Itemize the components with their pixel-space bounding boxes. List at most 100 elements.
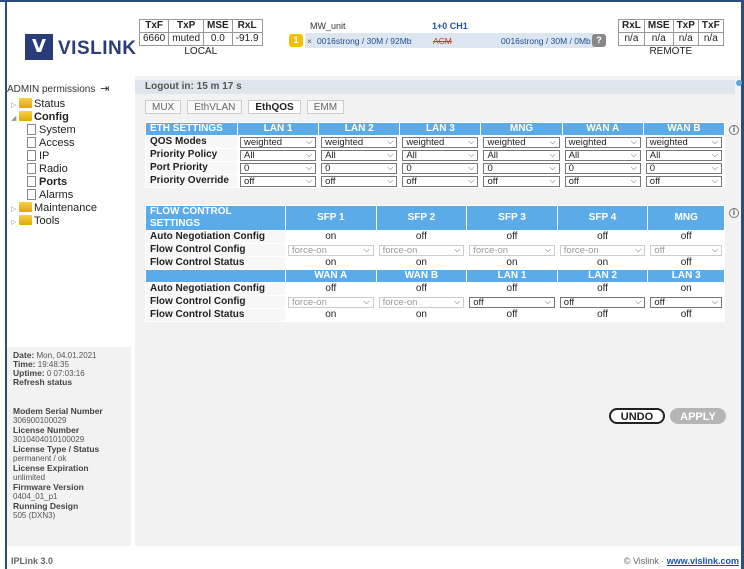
eth-setting-select[interactable]: All ⌵ (564, 149, 641, 161)
flow-control-config-value: force-on (292, 296, 327, 308)
eth-setting-select[interactable]: off ⌵ (564, 175, 641, 187)
chevron-down-icon: ⌵ (454, 244, 461, 254)
eth-setting-value: 0 (487, 162, 493, 174)
remote-header-rxl: RxL (618, 19, 645, 33)
license-expiration-value: unlimited (13, 473, 46, 482)
eth-setting-select[interactable]: off ⌵ (402, 175, 479, 187)
eth-setting-select[interactable]: weighted ⌵ (402, 136, 479, 148)
refresh-status-link[interactable]: Refresh status (13, 378, 125, 387)
eth-setting-value: All (487, 149, 499, 161)
flow-value: on (466, 256, 558, 270)
nav-item-status[interactable]: ▷ Status (7, 98, 131, 111)
eth-setting-value: 0 (244, 162, 250, 174)
flow-value: off (556, 308, 649, 322)
eth-setting-select[interactable]: off ⌵ (321, 175, 398, 187)
eth-setting-cell: All ⌵ (480, 148, 563, 162)
eth-setting-cell: 0 ⌵ (561, 161, 644, 175)
eth-setting-select[interactable]: weighted ⌵ (321, 136, 398, 148)
eth-setting-select[interactable]: 0 ⌵ (240, 162, 317, 174)
flow-control-config-select[interactable]: off ⌵ (469, 296, 555, 308)
eth-setting-cell: All ⌵ (236, 148, 320, 162)
eth-setting-select[interactable]: weighted ⌵ (483, 136, 560, 148)
eth-setting-select[interactable]: off ⌵ (483, 175, 560, 187)
flow-col-header: SFP 4 (556, 205, 649, 231)
nav-item-radio[interactable]: Radio (7, 163, 131, 176)
eth-header-row: ETH SETTINGS LAN 1 LAN 2 LAN 3 MNG WAN A WAN B (145, 122, 726, 136)
chevron-down-icon: ⌵ (711, 175, 718, 185)
logout-icon[interactable]: ⇥ (100, 83, 109, 95)
eth-setting-select[interactable]: All ⌵ (402, 149, 479, 161)
tab-ethvlan[interactable]: EthVLAN (187, 100, 243, 114)
nav-item-ip[interactable]: IP (7, 150, 131, 163)
apply-button[interactable]: APPLY (670, 408, 726, 424)
eth-col-header: MNG (480, 122, 563, 136)
eth-setting-select[interactable]: All ⌵ (483, 149, 560, 161)
expand-triangle-icon[interactable]: ▷ (11, 216, 19, 229)
eth-setting-select[interactable]: All ⌵ (321, 149, 398, 161)
flow-control-config-select: force-on ⌵ (378, 296, 465, 308)
eth-setting-select[interactable]: 0 ⌵ (321, 162, 398, 174)
tab-mux[interactable]: MUX (145, 100, 182, 114)
mw-unit-label: MW_unit (310, 21, 346, 31)
flow-info-icon[interactable]: i (729, 208, 739, 218)
chevron-down-icon: ⌵ (630, 136, 637, 146)
flow-control-config-select[interactable]: off ⌵ (650, 296, 722, 308)
flow-control-config-select[interactable]: off ⌵ (559, 296, 646, 308)
help-icon[interactable]: ? (592, 34, 606, 47)
eth-setting-cell: off ⌵ (318, 174, 401, 188)
nav-item-access[interactable]: Access (7, 137, 131, 150)
flow-value: off (556, 282, 649, 296)
nav-item-maintenance[interactable]: ▷ Maintenance (7, 202, 131, 215)
local-txf-value: 6660 (138, 32, 170, 46)
flow-control-config-cell: force-on ⌵ (556, 243, 649, 257)
flow-value: off (466, 308, 558, 322)
tab-emm[interactable]: EMM (306, 100, 345, 114)
nav-item-system[interactable]: System (7, 124, 131, 137)
flow-control-config-cell: off ⌵ (556, 295, 649, 309)
nav-item-ports[interactable]: Ports (7, 176, 131, 189)
flow-control-config-value: force-on (563, 244, 599, 256)
flow-control-config-select: force-on ⌵ (469, 244, 555, 256)
eth-setting-cell: 0 ⌵ (318, 161, 401, 175)
connection-status-dot (736, 80, 742, 86)
license-type-value: permanent / ok (13, 454, 67, 463)
eth-setting-select[interactable]: 0 ⌵ (483, 162, 560, 174)
chevron-down-icon: ⌵ (468, 175, 475, 185)
sidebar: ADMIN permissions ⇥ ▷ Status ◢ Config System… (7, 76, 131, 546)
remote-status-table: RxL MSE TxP TxF n/a n/a n/a n/a REMOTE (618, 19, 724, 58)
eth-setting-select[interactable]: weighted ⌵ (645, 136, 722, 148)
chevron-down-icon: ⌵ (387, 136, 394, 146)
eth-setting-select[interactable]: weighted ⌵ (564, 136, 641, 148)
flow-value: on (285, 256, 377, 270)
status-box: Date: Mon, 04.01.2021 Time: 19:48:35 Upt… (7, 347, 131, 407)
version-label: IPLink 3.0 (11, 556, 54, 566)
nav-item-config[interactable]: ◢ Config (7, 111, 131, 124)
flow-value: on (375, 256, 468, 270)
eth-setting-select[interactable]: weighted ⌵ (240, 136, 317, 148)
flow-value: off (466, 230, 558, 244)
eth-setting-select[interactable]: All ⌵ (645, 149, 722, 161)
copyright: © Vislink · www.vislink.com (624, 556, 739, 566)
local-link-info: 0016strong / 30M / 92Mb (317, 36, 412, 46)
folder-icon (19, 98, 32, 108)
folder-icon (19, 215, 32, 225)
vislink-website-link[interactable]: www.vislink.com (667, 556, 739, 566)
local-status-table: TxF TxP MSE RxL 6660 muted 0.0 -91.9 LOC… (138, 19, 263, 58)
eth-setting-select[interactable]: 0 ⌵ (645, 162, 722, 174)
license-value: 3010404010100029 (13, 435, 85, 444)
eth-setting-select[interactable]: off ⌵ (240, 175, 317, 187)
eth-setting-select[interactable]: 0 ⌵ (564, 162, 641, 174)
eth-setting-cell: All ⌵ (642, 148, 726, 162)
eth-setting-select[interactable]: 0 ⌵ (402, 162, 479, 174)
undo-button[interactable]: UNDO (609, 408, 665, 424)
eth-setting-select[interactable]: All ⌵ (240, 149, 317, 161)
running-design-label: Running Design (13, 501, 79, 511)
tab-ethqos[interactable]: EthQOS (248, 100, 301, 114)
unit-number-badge[interactable]: 1 (289, 34, 303, 47)
nav-item-tools[interactable]: ▷ Tools (7, 215, 131, 228)
eth-setting-select[interactable]: off ⌵ (645, 175, 722, 187)
flow-control-config-select: force-on ⌵ (288, 296, 374, 308)
flow-control-config-cell: force-on ⌵ (285, 243, 377, 257)
nav-item-alarms[interactable]: Alarms (7, 189, 131, 202)
eth-info-icon[interactable]: i (729, 125, 739, 135)
